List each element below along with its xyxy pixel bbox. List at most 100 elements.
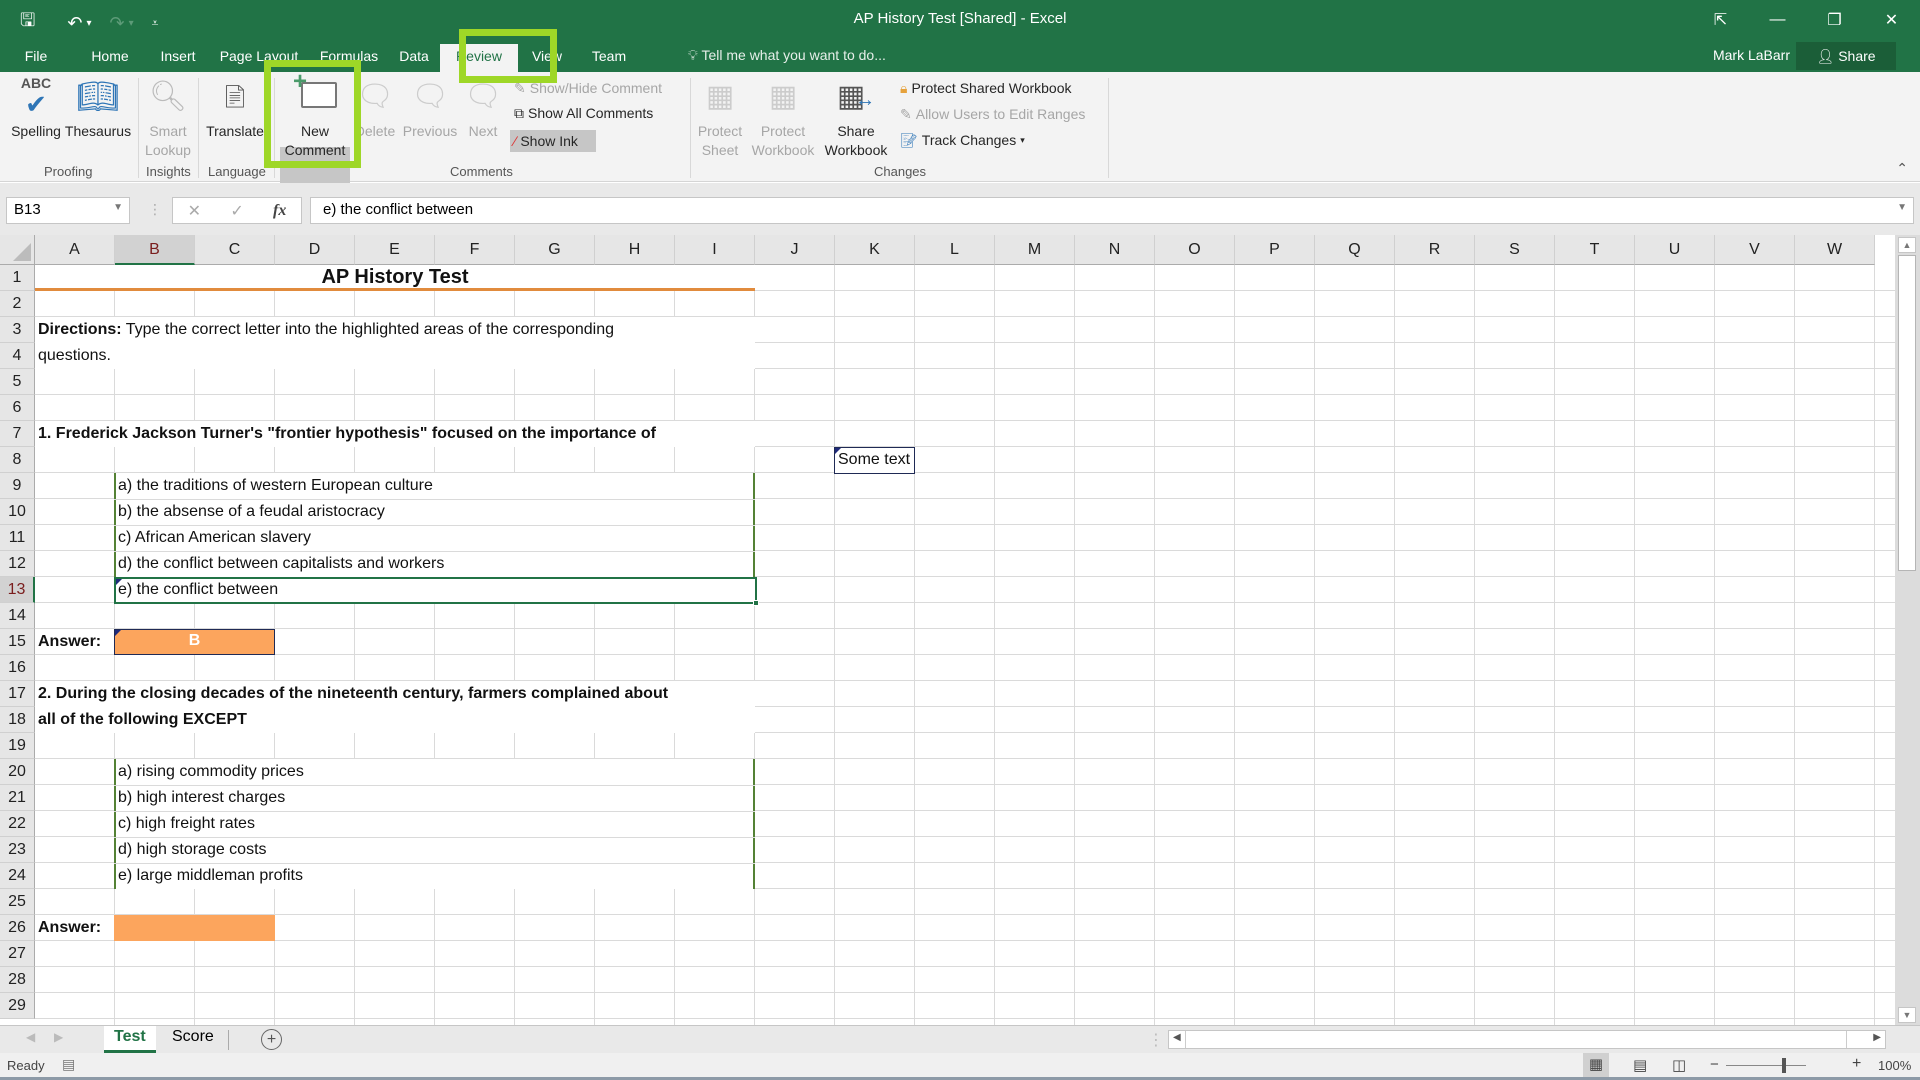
zoom-slider-thumb[interactable] <box>1782 1058 1786 1073</box>
row-header-26[interactable]: 26 <box>0 915 35 941</box>
column-header-f[interactable]: F <box>435 235 515 265</box>
scroll-right-icon[interactable]: ▶ <box>1873 1032 1881 1043</box>
vertical-scrollbar[interactable]: ▲ ▼ <box>1895 235 1920 1025</box>
row-header-17[interactable]: 17 <box>0 681 35 707</box>
column-header-c[interactable]: C <box>195 235 275 265</box>
column-header-w[interactable]: W <box>1795 235 1875 265</box>
protect-shared-workbook-button[interactable]: 🔒︎ Protect Shared Workbook <box>896 77 1076 99</box>
tab-file[interactable]: File <box>0 44 72 72</box>
formula-input[interactable]: e) the conflict between ▼ <box>310 197 1914 224</box>
tab-team[interactable]: Team <box>576 44 642 72</box>
name-box[interactable]: B13 ▼ <box>6 197 130 224</box>
row-header-6[interactable]: 6 <box>0 395 35 421</box>
column-header-o[interactable]: O <box>1155 235 1235 265</box>
row-header-20[interactable]: 20 <box>0 759 35 785</box>
q1-option-e[interactable]: e) the conflict between <box>118 581 278 599</box>
row-header-18[interactable]: 18 <box>0 707 35 733</box>
row-header-16[interactable]: 16 <box>0 655 35 681</box>
row-header-8[interactable]: 8 <box>0 447 35 473</box>
column-header-q[interactable]: Q <box>1315 235 1395 265</box>
column-header-g[interactable]: G <box>515 235 595 265</box>
enter-icon[interactable]: ✓ <box>230 201 243 221</box>
q1-option-b[interactable]: b) the absense of a feudal aristocracy <box>118 503 385 521</box>
sheet-tab-test[interactable]: Test <box>104 1026 156 1053</box>
row-header-9[interactable]: 9 <box>0 473 35 499</box>
share-workbook-button[interactable]: ▦↔ Share Workbook <box>818 76 894 160</box>
row-header-19[interactable]: 19 <box>0 733 35 759</box>
row-header-4[interactable]: 4 <box>0 343 35 369</box>
q2-option-c[interactable]: c) high freight rates <box>118 815 255 833</box>
page-layout-view-icon[interactable]: ▤ <box>1633 1056 1647 1074</box>
fill-handle[interactable] <box>753 600 759 606</box>
q2-option-a[interactable]: a) rising commodity prices <box>118 763 304 781</box>
share-button[interactable]: 👤︎ Share <box>1796 42 1896 70</box>
select-all-button[interactable] <box>0 235 35 265</box>
sheet-tab-score[interactable]: Score <box>162 1026 224 1053</box>
tab-split-handle[interactable]: ⋮ <box>1148 1030 1164 1050</box>
normal-view-icon[interactable]: ▦ <box>1583 1053 1609 1077</box>
next-sheet-icon[interactable]: ▶ <box>54 1030 63 1044</box>
scroll-down-icon[interactable]: ▼ <box>1898 1007 1916 1023</box>
insert-function-icon[interactable]: fx <box>273 202 286 220</box>
drag-handle-icon[interactable]: ⋮ <box>148 201 162 218</box>
ribbon-display-options-icon[interactable]: ⇱ <box>1692 4 1749 36</box>
q1-option-c[interactable]: c) African American slavery <box>118 529 311 547</box>
horizontal-scroll-thumb[interactable] <box>1185 1031 1847 1048</box>
q2-answer-cell[interactable] <box>114 915 275 941</box>
tab-data[interactable]: Data <box>388 44 440 72</box>
column-header-n[interactable]: N <box>1075 235 1155 265</box>
translate-button[interactable]: 📄︎ Translate <box>202 76 268 141</box>
row-header-1[interactable]: 1 <box>0 265 35 291</box>
column-header-l[interactable]: L <box>915 235 995 265</box>
column-header-s[interactable]: S <box>1475 235 1555 265</box>
column-header-r[interactable]: R <box>1395 235 1475 265</box>
column-header-a[interactable]: A <box>35 235 115 265</box>
prev-sheet-icon[interactable]: ◀ <box>26 1030 35 1044</box>
zoom-level[interactable]: 100% <box>1878 1058 1911 1073</box>
spelling-button[interactable]: ABC ✔ Spelling <box>6 76 66 141</box>
column-header-i[interactable]: I <box>675 235 755 265</box>
row-header-28[interactable]: 28 <box>0 967 35 993</box>
track-changes-button[interactable]: 📝︎ Track Changes ▾ <box>896 129 1029 151</box>
page-break-preview-icon[interactable]: ◫ <box>1672 1056 1686 1074</box>
tab-view[interactable]: View <box>518 44 576 72</box>
cell-area[interactable]: AP History Test Directions: Type the cor… <box>35 265 1895 1025</box>
chevron-down-icon[interactable]: ▼ <box>113 202 123 213</box>
q2-option-b[interactable]: b) high interest charges <box>118 789 285 807</box>
column-header-t[interactable]: T <box>1555 235 1635 265</box>
tell-me-search[interactable]: 💡︎ Tell me what you want to do... <box>688 47 886 64</box>
column-header-e[interactable]: E <box>355 235 435 265</box>
row-header-10[interactable]: 10 <box>0 499 35 525</box>
macro-recording-icon[interactable]: ▤ <box>62 1056 75 1073</box>
expand-formula-bar-icon[interactable]: ▼ <box>1897 202 1907 213</box>
show-ink-button[interactable]: ∕ Show Ink <box>510 130 596 152</box>
column-header-u[interactable]: U <box>1635 235 1715 265</box>
row-header-25[interactable]: 25 <box>0 889 35 915</box>
row-header-3[interactable]: 3 <box>0 317 35 343</box>
minimize-icon[interactable]: — <box>1749 4 1806 36</box>
thesaurus-button[interactable]: 📖︎ Thesaurus <box>64 76 132 141</box>
zoom-in-icon[interactable]: + <box>1852 1055 1861 1073</box>
zoom-out-icon[interactable]: − <box>1710 1056 1719 1073</box>
user-name[interactable]: Mark LaBarr <box>1713 47 1790 63</box>
q1-option-a[interactable]: a) the traditions of western European cu… <box>118 477 433 495</box>
scroll-up-icon[interactable]: ▲ <box>1898 237 1916 253</box>
close-icon[interactable]: ✕ <box>1863 4 1920 36</box>
scroll-left-icon[interactable]: ◀ <box>1173 1032 1181 1043</box>
row-header-5[interactable]: 5 <box>0 369 35 395</box>
q2-option-e[interactable]: e) large middleman profits <box>118 867 303 885</box>
column-header-v[interactable]: V <box>1715 235 1795 265</box>
collapse-ribbon-icon[interactable]: ⌃ <box>1896 160 1908 177</box>
tab-home[interactable]: Home <box>72 44 148 72</box>
row-header-12[interactable]: 12 <box>0 551 35 577</box>
row-header-14[interactable]: 14 <box>0 603 35 629</box>
tab-review[interactable]: Review <box>440 44 518 72</box>
column-header-d[interactable]: D <box>275 235 355 265</box>
row-header-22[interactable]: 22 <box>0 811 35 837</box>
row-header-24[interactable]: 24 <box>0 863 35 889</box>
tab-formulas[interactable]: Formulas <box>310 44 388 72</box>
row-header-15[interactable]: 15 <box>0 629 35 655</box>
row-header-7[interactable]: 7 <box>0 421 35 447</box>
row-header-23[interactable]: 23 <box>0 837 35 863</box>
column-header-m[interactable]: M <box>995 235 1075 265</box>
